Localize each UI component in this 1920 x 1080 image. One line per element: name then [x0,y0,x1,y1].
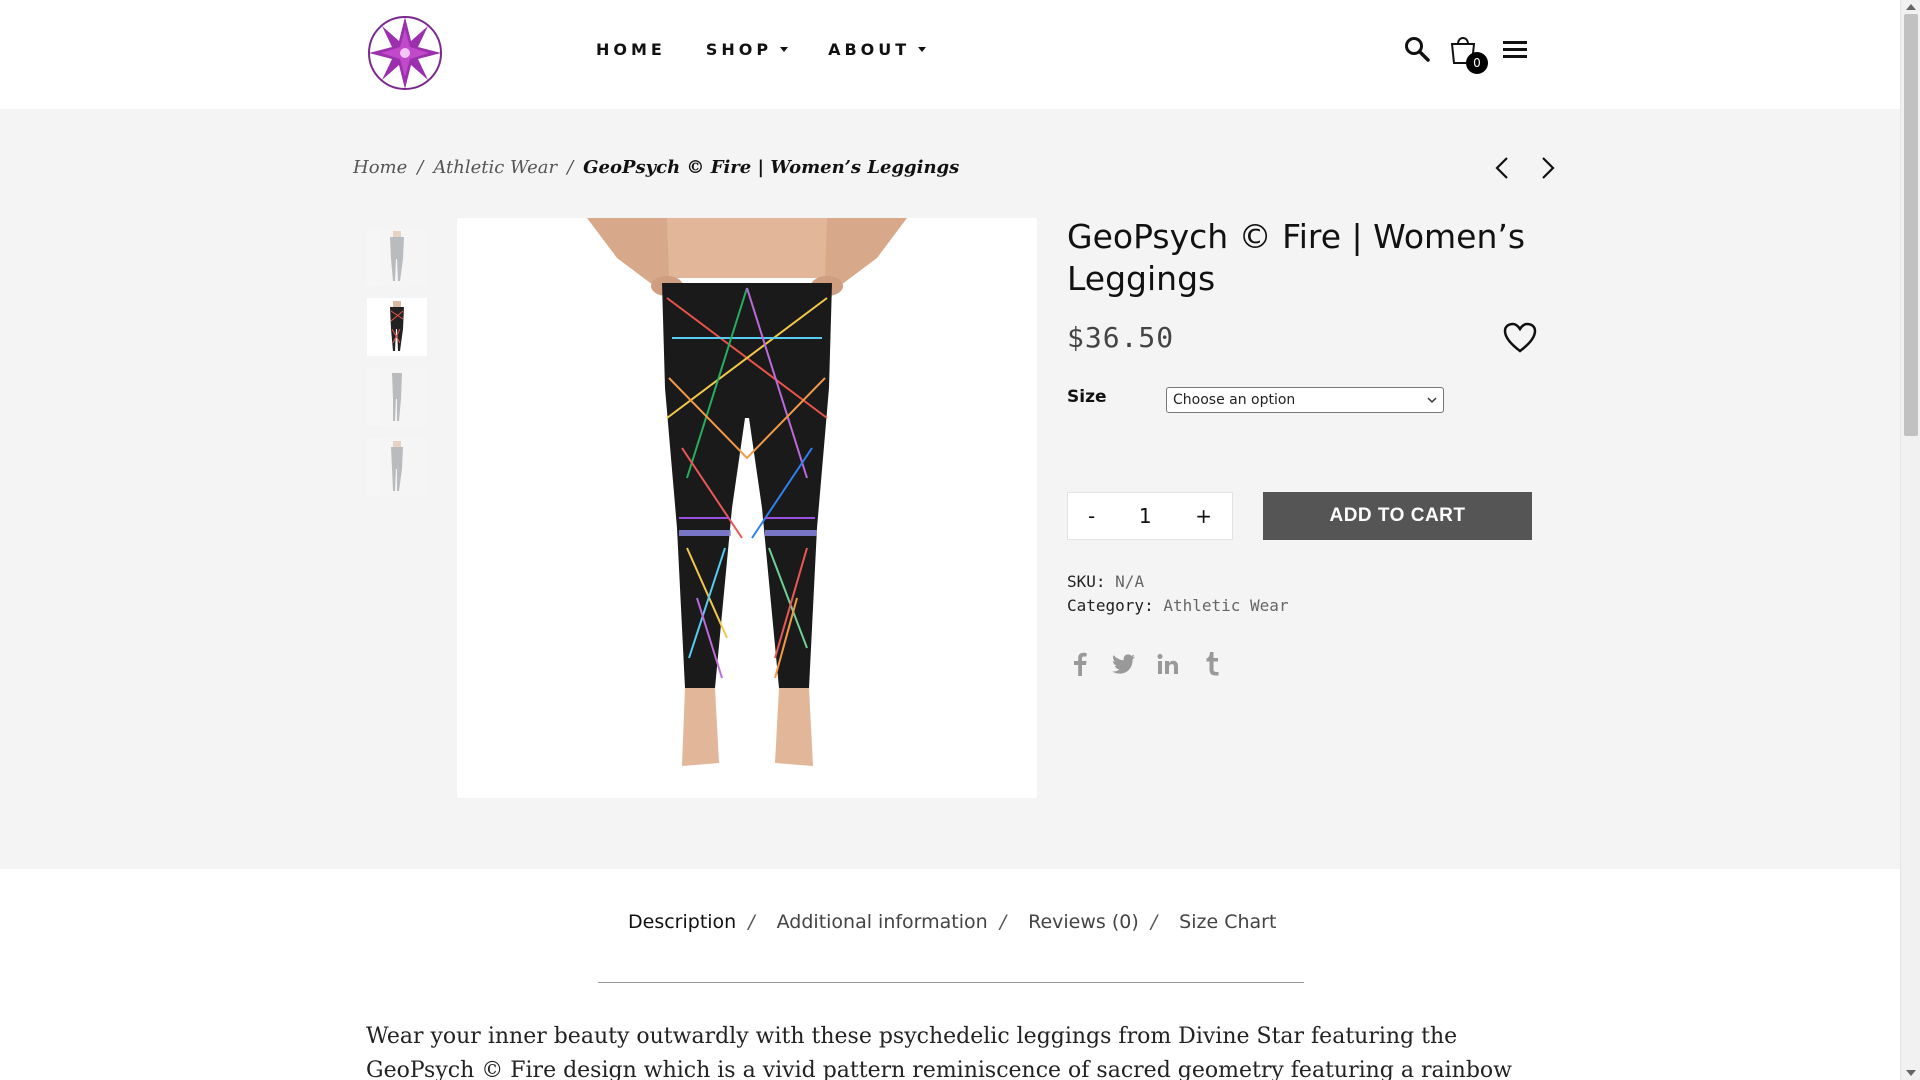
tabs-divider [598,982,1304,983]
nav-shop-label: SHOP [705,40,773,59]
category-link[interactable]: Athletic Wear [1163,596,1288,615]
chevron-right-icon[interactable] [1536,155,1560,181]
scroll-down-arrow-icon[interactable] [1906,1070,1916,1076]
twitter-icon[interactable] [1111,650,1137,678]
sku-label: SKU: [1067,572,1106,591]
product-main-image[interactable] [457,218,1037,798]
breadcrumb: Home / Athletic Wear / GeoPsych © Fire |… [353,157,959,178]
product-title: GeoPsych © Fire | Women’s Leggings [1067,217,1526,298]
header-actions: 0 [1400,32,1532,74]
tab-additional-information[interactable]: Additional information [777,911,988,933]
size-select[interactable]: Choose an option [1166,387,1444,413]
chevron-down-icon [918,47,927,52]
sku-row: SKU: N/A [1067,570,1289,594]
scrollbar-thumb[interactable] [1904,14,1918,436]
size-select-value: Choose an option [1173,392,1296,408]
size-label: Size [1067,387,1107,407]
tab-separator: / [999,911,1007,933]
site-header: HOME SHOP ABOUT 0 [0,0,1900,109]
product-pager [1490,155,1560,181]
breadcrumb-current: GeoPsych © Fire | Women’s Leggings [583,157,960,178]
breadcrumb-separator: / [417,157,424,178]
breadcrumb-athletic-wear[interactable]: Athletic Wear [433,157,557,178]
product-tabs: Description / Additional information / R… [628,911,1276,933]
linkedin-icon[interactable] [1155,650,1181,678]
chevron-down-icon [1427,397,1437,404]
breadcrumb-home[interactable]: Home [353,157,407,178]
add-to-cart-button[interactable]: ADD TO CART [1263,492,1532,540]
heart-icon[interactable] [1503,322,1539,356]
category-label: Category: [1067,596,1154,615]
product-description: Wear your inner beauty outwardly with th… [366,1024,1512,1080]
quantity-input[interactable]: 1 [1139,504,1152,528]
chevron-down-icon [780,47,789,52]
nav-about-label: ABOUT [828,40,911,59]
scroll-up-arrow-icon[interactable] [1906,4,1916,10]
share-links [1067,650,1225,678]
nav-shop[interactable]: SHOP [705,40,789,59]
product-thumbnail-active[interactable] [367,298,427,356]
tab-reviews[interactable]: Reviews (0) [1028,911,1139,933]
category-row: Category: Athletic Wear [1067,594,1289,618]
search-icon[interactable] [1400,32,1434,66]
product-thumbnail[interactable] [367,228,427,286]
cart-button[interactable]: 0 [1446,32,1488,74]
star-logo-icon [368,16,442,90]
tab-size-chart[interactable]: Size Chart [1179,911,1276,933]
leggings-image [587,218,907,766]
tab-description[interactable]: Description [628,911,736,933]
facebook-icon[interactable] [1067,650,1093,678]
quantity-stepper: - 1 + [1067,492,1233,540]
product-thumbnail[interactable] [367,438,427,496]
page-scrollbar[interactable] [1900,0,1920,1080]
site-logo[interactable] [366,14,444,92]
qty-decrease-button[interactable]: - [1088,504,1095,528]
cart-count-badge: 0 [1466,52,1488,74]
nav-home-label: HOME [596,40,666,59]
tumblr-icon[interactable] [1199,650,1225,678]
tab-separator: / [748,911,755,933]
main-nav: HOME SHOP ABOUT [596,40,927,59]
menu-icon[interactable] [1498,32,1532,66]
product-price: $36.50 [1067,321,1175,354]
product-meta: SKU: N/A Category: Athletic Wear [1067,570,1289,618]
product-thumbnail[interactable] [367,368,427,426]
tab-separator: / [1150,911,1158,933]
thumbnail-list [367,228,427,496]
nav-home[interactable]: HOME [596,40,666,59]
nav-about[interactable]: ABOUT [828,40,927,59]
chevron-left-icon[interactable] [1490,155,1514,181]
qty-increase-button[interactable]: + [1195,504,1212,528]
sku-value: N/A [1115,572,1145,591]
breadcrumb-separator: / [567,157,574,178]
